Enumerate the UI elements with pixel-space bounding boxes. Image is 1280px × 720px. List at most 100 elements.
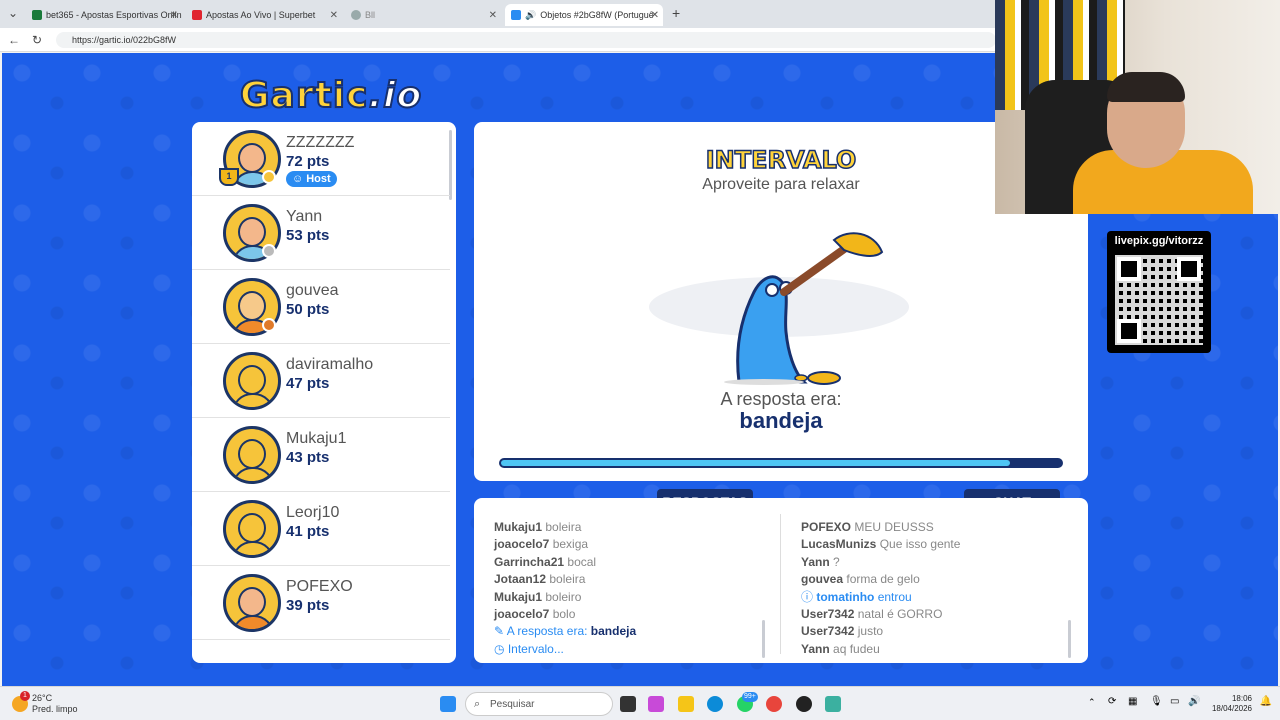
chat-text: Que isso gente (879, 537, 961, 552)
notepad-icon[interactable] (825, 696, 841, 712)
gartic-logo[interactable]: Gartic.io (239, 74, 423, 117)
new-tab-icon[interactable]: + (672, 5, 680, 21)
chat-user: LucasMunizs (801, 537, 877, 552)
tab-label: Objetos #2bG8fW (Portuguê (540, 10, 654, 20)
answer-item: Mukaju1 boleiro (494, 589, 764, 606)
player-points: 41 pts (286, 523, 330, 540)
player-name: ZZZZZZZ (286, 134, 355, 151)
notifications-icon[interactable]: 🔔 (1260, 696, 1272, 707)
player-name: daviramalho (286, 356, 374, 373)
player-row[interactable]: POFEXO 39 pts (192, 566, 450, 640)
chrome-icon[interactable] (766, 696, 782, 712)
clock-time: 18:06 (1231, 694, 1252, 703)
chat-text: ? (833, 554, 840, 569)
tab-label: Bll (365, 10, 376, 20)
search-icon: ⌕ (474, 698, 481, 710)
system-text: Intervalo... (507, 641, 564, 656)
mic-icon[interactable]: 🎙 (1150, 696, 1163, 707)
avatar (223, 426, 281, 484)
answers-system-message: ◷ Intervalo... (494, 641, 764, 658)
player-points: 53 pts (286, 227, 330, 244)
panel-divider (780, 514, 781, 654)
player-row[interactable]: gouvea 50 pts (192, 270, 450, 344)
sync-icon[interactable]: ⟳ (1108, 696, 1116, 707)
chat-text: justo (857, 624, 884, 639)
system-text: A resposta era: (506, 624, 591, 639)
answers-chat-panel: Mukaju1 boleira joaocelo7 bexiga Garrincha… (474, 498, 1088, 663)
weather-temp: 26°C (32, 693, 53, 703)
mascot-illustration (649, 232, 909, 385)
tab-list-icon[interactable]: ⌄ (8, 6, 18, 20)
avatar-body (232, 467, 274, 481)
close-tab-icon[interactable]: ✕ (170, 10, 178, 21)
answer-item: Jotaan12 boleira (494, 571, 764, 588)
answer-item: joaocelo7 bolo (494, 606, 764, 623)
start-icon[interactable] (440, 696, 456, 712)
tab-label: bet365 - Apostas Esportivas Online (46, 10, 182, 20)
chat-message: ⓘ tomatinho entrou (801, 589, 1071, 606)
gartic-favicon-icon (511, 10, 521, 20)
bll-favicon-icon (351, 10, 361, 20)
answer-text: boleira (545, 520, 582, 534)
weather-widget[interactable]: 26°C Pred. limpo (32, 693, 78, 715)
edge-icon[interactable] (707, 696, 723, 712)
copilot-icon[interactable] (648, 696, 664, 712)
answer-user: Garrincha21 (494, 554, 565, 569)
host-label: Host (306, 173, 331, 185)
chat-user: POFEXO (801, 520, 852, 534)
avatar-face (238, 217, 266, 247)
avatar-face (238, 513, 266, 543)
player-points: 50 pts (286, 301, 330, 318)
task-view-icon[interactable] (620, 696, 636, 712)
taskbar-clock[interactable]: 18:06 18/04/2026 (1212, 694, 1252, 714)
answer-word: bandeja (739, 408, 823, 433)
player-row[interactable]: 1 ZZZZZZZ 72 pts ☺ Host (192, 122, 450, 196)
chat-user: Yann (801, 641, 830, 656)
browser-tab-bll[interactable]: Bll ✕ (345, 4, 501, 26)
logo-suffix: .io (367, 74, 423, 117)
chat-message: Yann aq fudeu (801, 641, 1071, 658)
answer-item: Garrincha21 bocal (494, 554, 764, 571)
browser-tab-gartic[interactable]: 🔊 Objetos #2bG8fW (Portuguê ✕ (505, 4, 663, 26)
volume-icon[interactable]: 🔊 (1188, 696, 1200, 707)
avatar-face (238, 365, 266, 395)
close-tab-icon[interactable]: ✕ (651, 10, 659, 21)
player-name: Mukaju1 (286, 430, 347, 447)
host-badge: ☺ Host (286, 171, 337, 187)
answer-text: bolo (552, 607, 576, 622)
player-row[interactable]: Yann 53 pts (192, 196, 450, 270)
player-row[interactable]: daviramalho 47 pts (192, 344, 450, 418)
answer-user: Mukaju1 (494, 520, 543, 534)
obs-icon[interactable] (796, 696, 812, 712)
back-icon[interactable]: ← (8, 33, 20, 47)
url-input[interactable]: https://gartic.io/022bG8fW (56, 32, 996, 48)
answers-scrollbar[interactable] (762, 620, 765, 658)
chat-user: User7342 (801, 607, 855, 622)
qr-finder-icon (1177, 257, 1201, 281)
close-tab-icon[interactable]: ✕ (489, 10, 497, 21)
answers-system-message: ✎ A resposta era: bandeja (494, 623, 764, 640)
avatar-face (238, 143, 266, 173)
avatar-body (232, 541, 274, 555)
chat-text: forma de gelo (846, 572, 920, 587)
avatar-body (232, 393, 274, 407)
reload-icon[interactable]: ↻ (32, 33, 42, 47)
tab-label: Apostas Ao Vivo | Superbet (206, 10, 316, 20)
answer-user: Jotaan12 (494, 572, 547, 587)
status-dot-icon (262, 318, 276, 332)
display-icon[interactable]: ▭ (1170, 696, 1179, 707)
avatar (223, 352, 281, 410)
chat-scrollbar[interactable] (1068, 620, 1071, 658)
browser-tab-superbet[interactable]: Apostas Ao Vivo | Superbet ✕ (186, 4, 342, 26)
chevron-up-icon[interactable]: ⌃ (1088, 697, 1096, 708)
player-name: gouvea (286, 282, 339, 299)
browser-tab-bet365[interactable]: bet365 - Apostas Esportivas Online ✕ (26, 4, 182, 26)
player-row[interactable]: Mukaju1 43 pts (192, 418, 450, 492)
player-row[interactable]: Leorj10 41 pts (192, 492, 450, 566)
close-tab-icon[interactable]: ✕ (330, 10, 338, 21)
chat-message: Yann ? (801, 554, 1071, 571)
answer-text: bocal (567, 554, 597, 569)
file-explorer-icon[interactable] (678, 696, 694, 712)
taskbar-search[interactable]: ⌕ Pesquisar (465, 692, 613, 716)
network-icon[interactable]: ▦ (1128, 696, 1137, 707)
